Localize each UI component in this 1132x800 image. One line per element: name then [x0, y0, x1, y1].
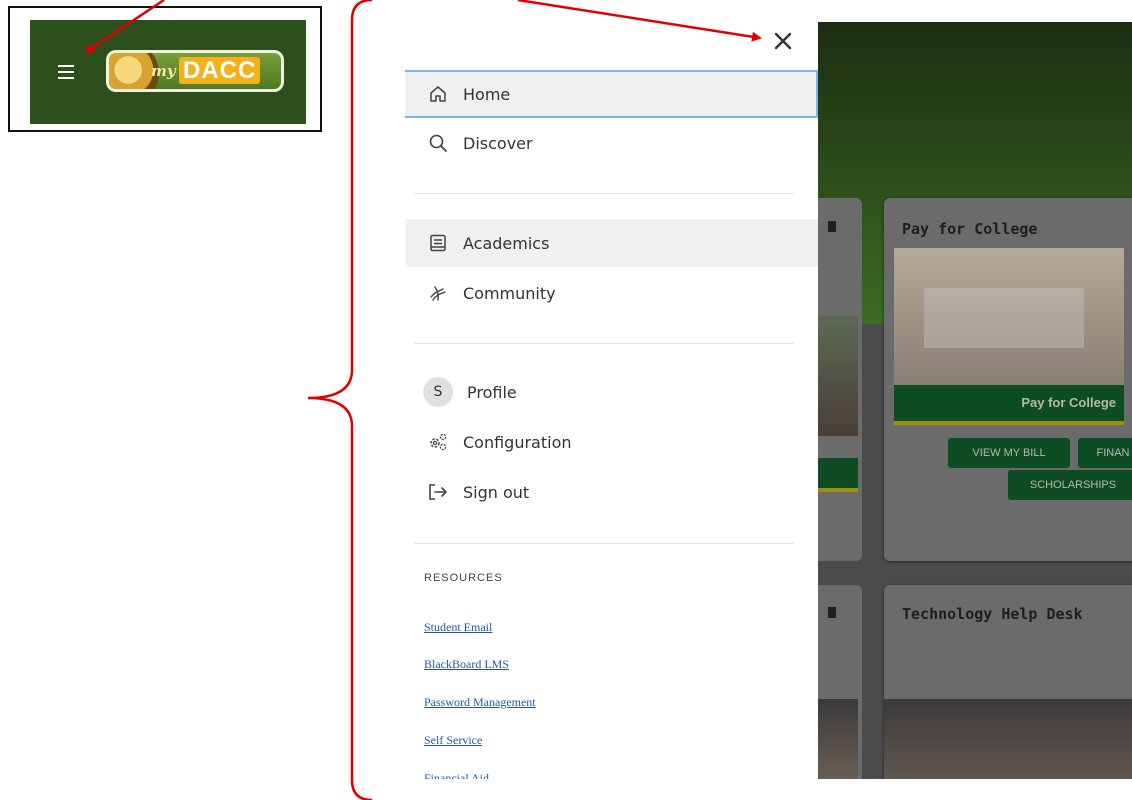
search-icon: [427, 132, 449, 154]
nav-community[interactable]: Community: [405, 269, 818, 317]
technology-help-desk-card[interactable]: Technology Help Desk: [884, 585, 1132, 779]
app-header-bar: my DACC: [30, 20, 306, 124]
community-icon: [427, 282, 449, 304]
resource-link-student-email[interactable]: Student Email: [424, 620, 492, 635]
partial-card-left-bottom: [818, 585, 862, 779]
divider: [414, 343, 794, 344]
hamburger-menu-icon[interactable]: [58, 65, 74, 79]
sign-out-icon: [427, 481, 449, 503]
resource-link-self-service[interactable]: Self Service: [424, 733, 482, 748]
avatar: S: [423, 377, 453, 407]
help-desk-photo: [884, 699, 1132, 779]
bookmark-icon: [828, 221, 836, 232]
pay-for-college-card[interactable]: Pay for College Pay for College VIEW MY …: [884, 198, 1132, 561]
logo-prefix: my: [151, 62, 176, 80]
view-my-bill-button[interactable]: VIEW MY BILL: [948, 438, 1070, 468]
bookmark-icon: [828, 607, 836, 618]
nav-profile[interactable]: S Profile: [405, 368, 818, 416]
card-banner: Pay for College: [894, 385, 1124, 425]
resource-link-password[interactable]: Password Management: [424, 695, 536, 710]
nav-sign-out[interactable]: Sign out: [405, 468, 818, 516]
resource-link-financial-aid[interactable]: Financial Aid: [424, 771, 489, 779]
home-icon: [427, 83, 449, 105]
nav-discover[interactable]: Discover: [405, 119, 818, 167]
financial-button[interactable]: FINAN: [1078, 438, 1132, 468]
cashier-photo: [894, 248, 1124, 385]
nav-label: Configuration: [463, 432, 572, 452]
nav-label: Academics: [463, 233, 550, 253]
logo-name: DACC: [179, 57, 261, 84]
nav-label: Community: [463, 283, 556, 303]
divider: [414, 543, 794, 544]
page-backdrop: Pay for College Pay for College VIEW MY …: [818, 22, 1132, 779]
card-title: Pay for College: [902, 220, 1038, 238]
close-drawer-button[interactable]: [770, 28, 796, 54]
nav-label: Discover: [463, 133, 533, 153]
book-icon: [427, 232, 449, 254]
resource-link-blackboard[interactable]: BlackBoard LMS: [424, 657, 509, 672]
partial-card-left-top: [818, 198, 862, 561]
scholarships-button[interactable]: SCHOLARSHIPS: [1008, 470, 1132, 500]
resources-heading: RESOURCES: [424, 572, 503, 584]
nav-label: Sign out: [463, 482, 530, 502]
nav-configuration[interactable]: Configuration: [405, 418, 818, 466]
logo-inset: my DACC: [8, 6, 322, 132]
close-icon: [774, 32, 792, 50]
nav-label: Profile: [467, 382, 517, 402]
nav-home[interactable]: Home: [405, 70, 818, 118]
mydacc-logo[interactable]: my DACC: [106, 50, 284, 92]
nav-academics[interactable]: Academics: [405, 219, 818, 267]
divider: [414, 193, 794, 194]
resource-link-clip: Financial Aid: [424, 768, 544, 779]
nav-label: Home: [463, 84, 511, 104]
card-title: Technology Help Desk: [902, 605, 1083, 623]
gears-icon: [427, 431, 449, 453]
